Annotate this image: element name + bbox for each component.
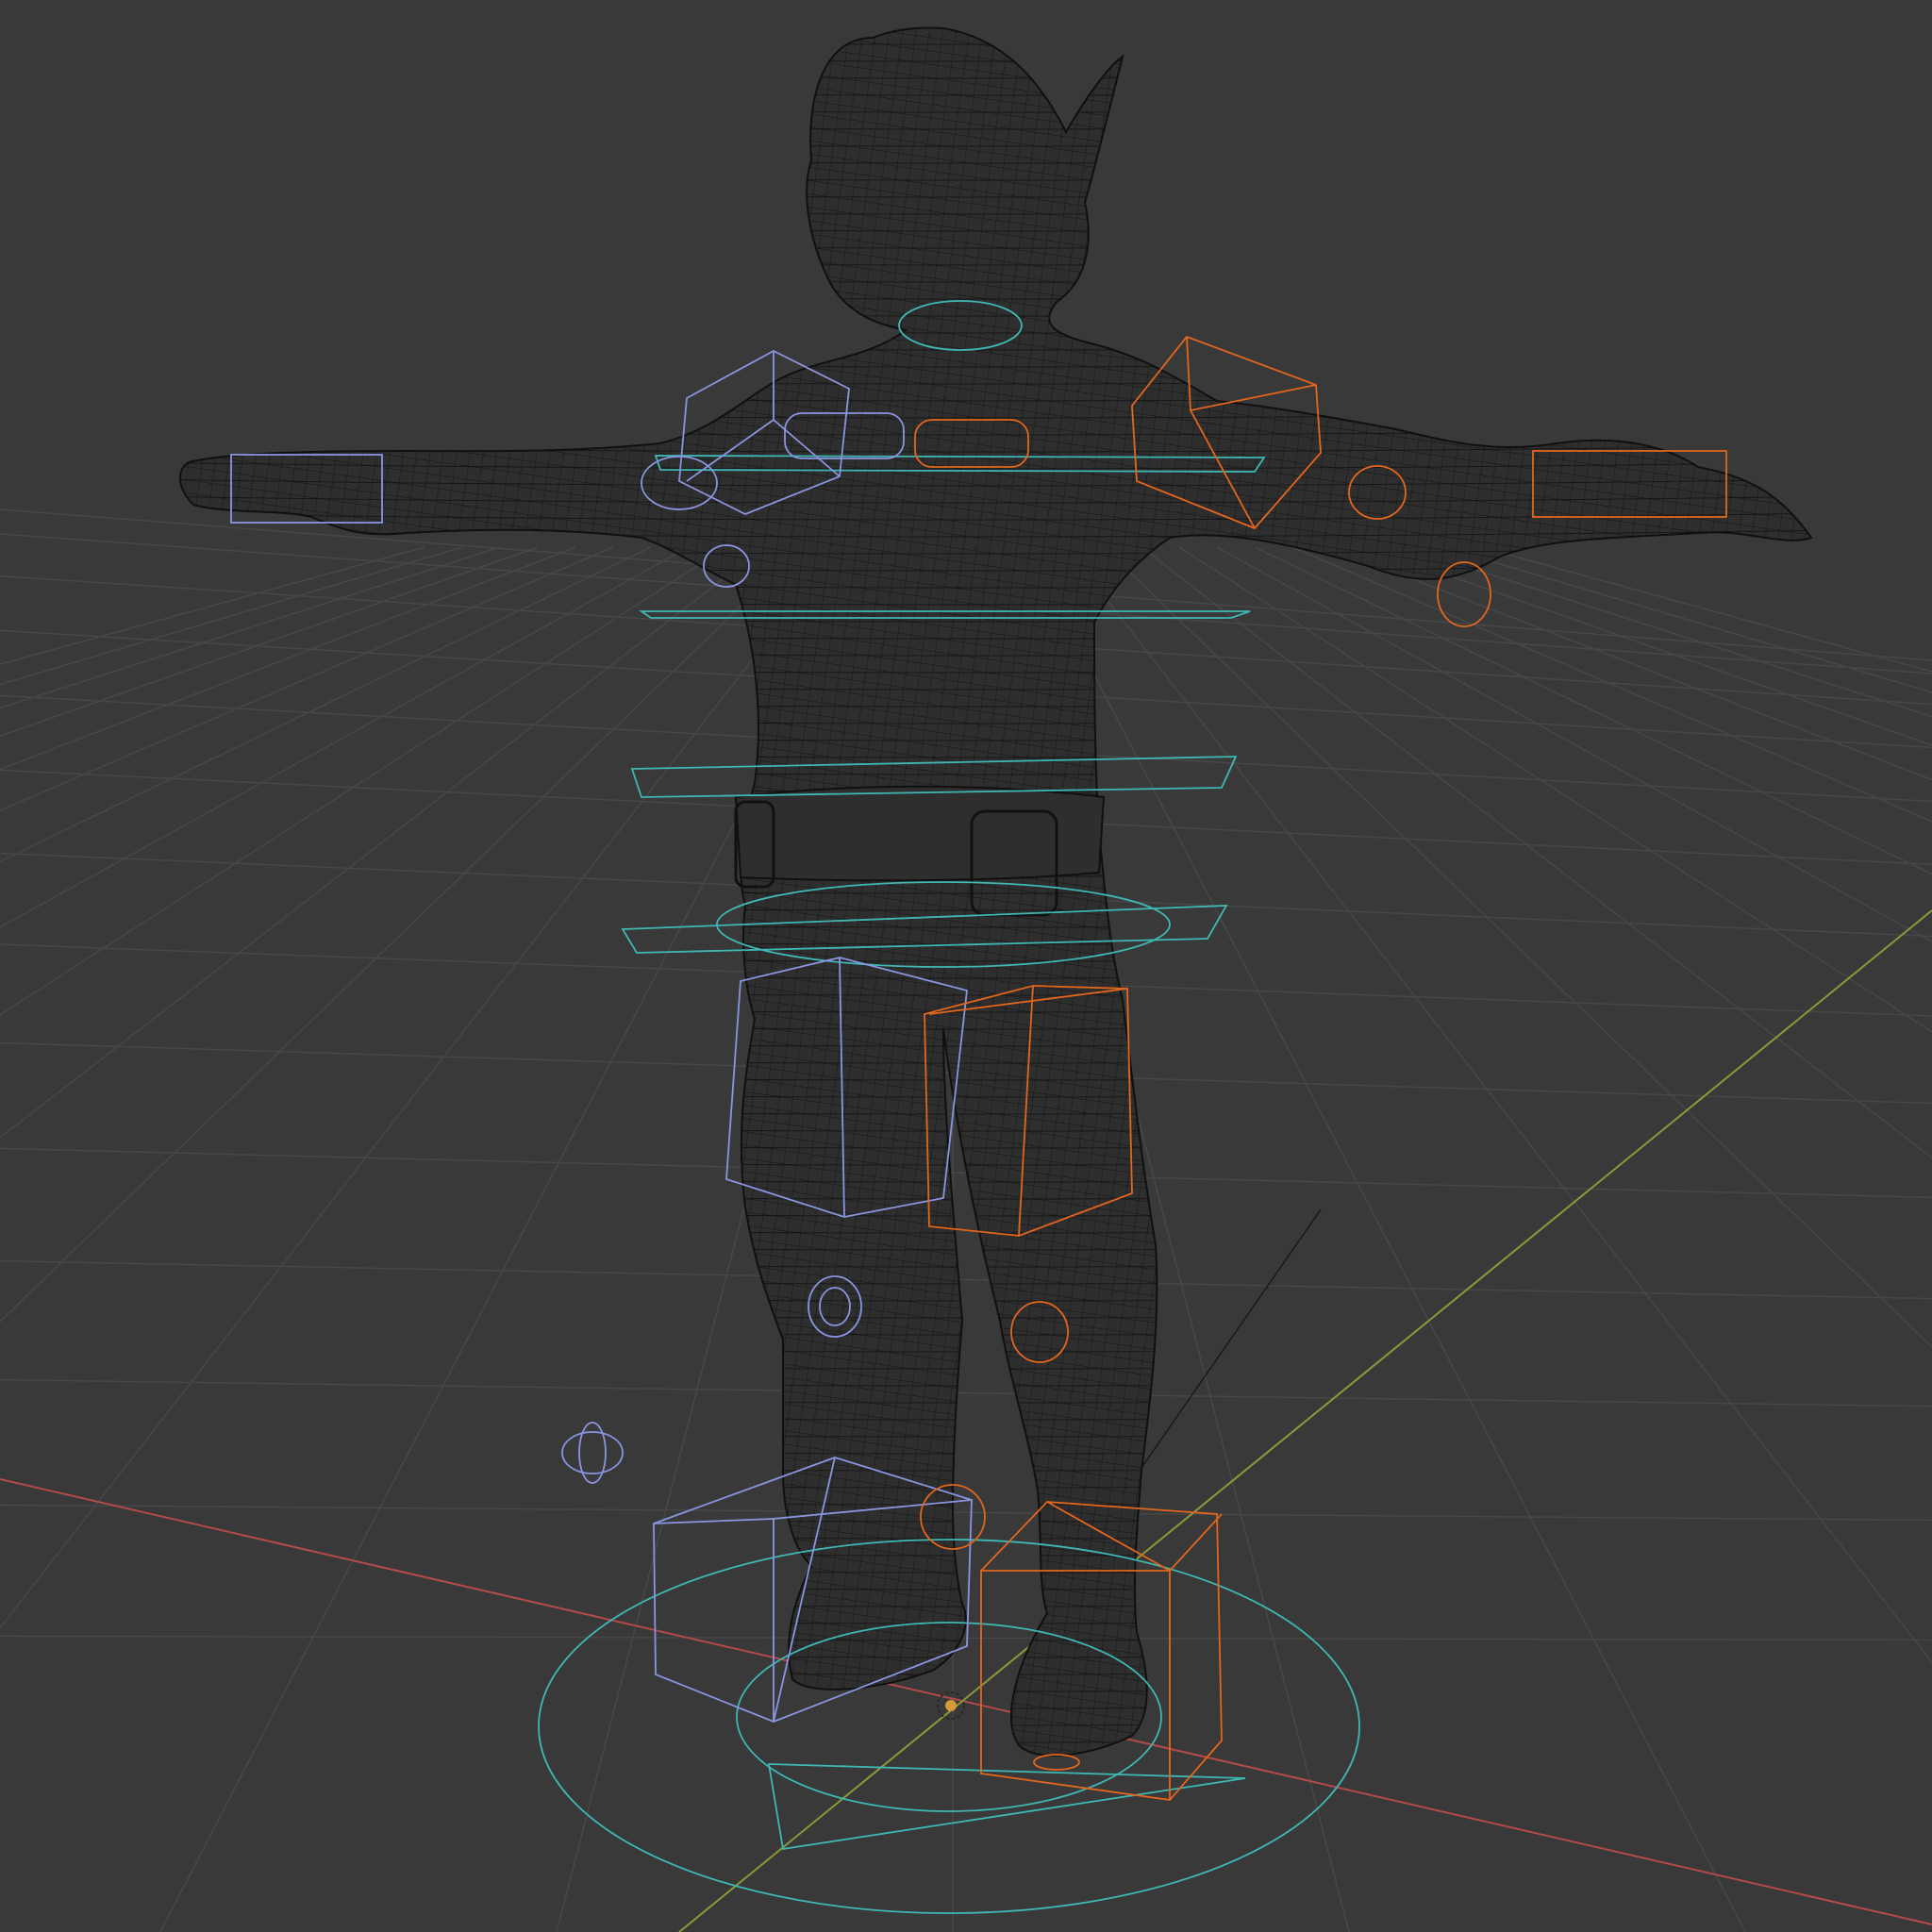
mesh-contour [179, 1310, 1811, 1319]
grid-line [0, 1378, 1932, 1407]
mesh-contour [179, 1514, 1811, 1523]
mesh-contour [179, 1684, 1811, 1692]
grid-line [0, 546, 425, 665]
mesh-contour [179, 1752, 1811, 1756]
mesh-contour [179, 1718, 1811, 1726]
grid-line [1405, 546, 1932, 718]
origin-icon[interactable] [937, 1691, 965, 1720]
grid-line [1141, 546, 1932, 1159]
mesh-contour [179, 1480, 1811, 1489]
grid-line [1065, 546, 1932, 1664]
mesh-contour [179, 1497, 1811, 1506]
grid-line [0, 546, 614, 811]
mesh-contour [179, 1548, 1811, 1557]
grid-line [0, 1259, 1932, 1300]
grid-line [0, 546, 727, 1016]
grid-line [0, 546, 463, 686]
mesh-contour [179, 1361, 1811, 1370]
character-mesh-icon[interactable] [94, 0, 1887, 1792]
grid-line [0, 1504, 1932, 1522]
mesh-contour [179, 1344, 1811, 1353]
grid-line [0, 546, 803, 1323]
mesh-contour [179, 1650, 1811, 1658]
mesh-contour [179, 1293, 1811, 1302]
mesh-contour [179, 1735, 1811, 1743]
grid-line [0, 546, 501, 709]
mesh-contour [179, 1446, 1811, 1455]
mesh-contour [179, 1531, 1811, 1540]
viewport-canvas[interactable] [0, 0, 1932, 1932]
mesh-contour [179, 1582, 1811, 1591]
belt [734, 785, 1106, 882]
grid-line [0, 1635, 1932, 1641]
mesh-contour [179, 1429, 1811, 1438]
grid-line [0, 546, 841, 1630]
mesh-contour [179, 1463, 1811, 1472]
grid-line [1216, 546, 1932, 943]
grid-line [0, 546, 576, 771]
mesh-contour [179, 1667, 1811, 1675]
grid-line [1329, 546, 1932, 781]
mesh-contour [179, 37, 1811, 45]
grid-line [1291, 546, 1932, 823]
grid-line [0, 546, 652, 863]
mesh-contour [179, 1327, 1811, 1336]
grid-line [1178, 546, 1932, 1033]
grid-line [1367, 546, 1932, 746]
grid-line [0, 546, 539, 737]
mesh-contour [179, 1599, 1811, 1607]
3d-viewport[interactable] [0, 0, 1932, 1932]
mesh-contour [179, 1412, 1811, 1421]
grid-line [0, 546, 690, 928]
grid-line [0, 546, 765, 1139]
grid-line [1480, 546, 1932, 673]
mesh-contour [179, 1565, 1811, 1574]
grid-line [1442, 546, 1932, 693]
